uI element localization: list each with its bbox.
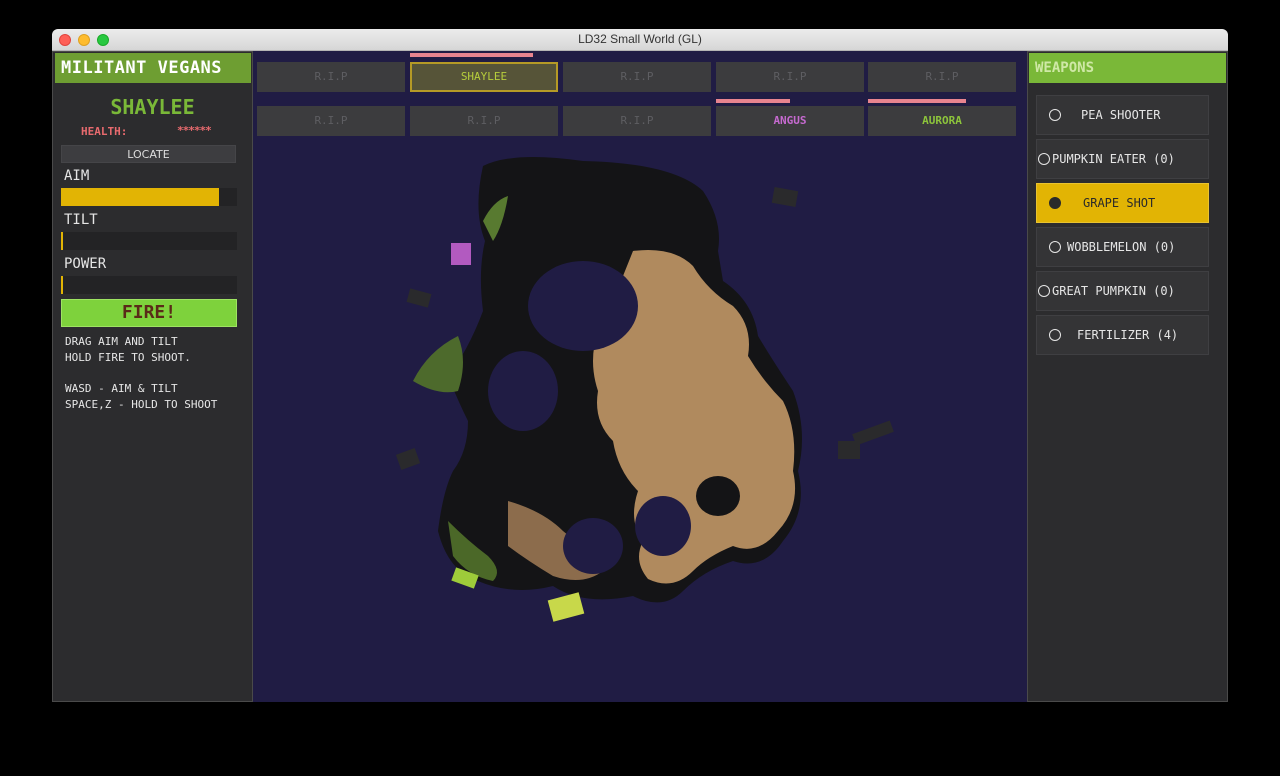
- weapon-option[interactable]: PEA SHOOTER: [1036, 95, 1209, 135]
- aim-label: AIM: [64, 168, 90, 184]
- planet-hole: [488, 351, 558, 431]
- weapon-option[interactable]: PUMPKIN EATER (0): [1036, 139, 1209, 179]
- unit-angus: [451, 243, 471, 265]
- weapon-option-selected[interactable]: GRAPE SHOT: [1036, 183, 1209, 223]
- window-title: LD32 Small World (GL): [578, 32, 702, 46]
- weapons-panel: WEAPONS PEA SHOOTER PUMPKIN EATER (0) GR…: [1027, 51, 1228, 702]
- weapon-option[interactable]: FERTILIZER (4): [1036, 315, 1209, 355]
- weapon-option[interactable]: WOBBLEMELON (0): [1036, 227, 1209, 267]
- aim-slider-fill: [61, 188, 219, 206]
- title-bar: LD32 Small World (GL): [52, 29, 1228, 51]
- weapon-label: GRAPE SHOT: [1083, 196, 1156, 210]
- team-name: MILITANT VEGANS: [55, 53, 251, 83]
- power-label: POWER: [64, 256, 107, 272]
- unit-aurora: [547, 592, 585, 622]
- help-line-3: WASD - AIM & TILT: [65, 382, 178, 395]
- game-window: LD32 Small World (GL) MILITANT VEGANS SH…: [52, 29, 1228, 702]
- health-label: HEALTH:: [81, 125, 128, 138]
- help-line-2: HOLD FIRE TO SHOOT.: [65, 351, 191, 364]
- aim-slider[interactable]: [61, 188, 237, 206]
- game-content: MILITANT VEGANS SHAYLEE HEALTH: ****** L…: [52, 51, 1228, 702]
- power-meter-fill: [61, 276, 63, 294]
- planet-green-terrain: [413, 336, 463, 393]
- player-name: SHAYLEE: [110, 95, 195, 119]
- radio-icon: [1049, 197, 1061, 209]
- weapons-header: WEAPONS: [1029, 53, 1226, 83]
- debris: [838, 441, 860, 459]
- debris: [395, 448, 421, 470]
- tilt-slider-fill: [61, 232, 63, 250]
- power-meter: [61, 276, 237, 294]
- radio-icon: [1049, 109, 1061, 121]
- game-viewport[interactable]: R.I.P SHAYLEE R.I.P R.I.P R.I.P R.I.P R.…: [253, 51, 1027, 702]
- weapon-option[interactable]: GREAT PUMPKIN (0): [1036, 271, 1209, 311]
- weapon-label: GREAT PUMPKIN (0): [1052, 284, 1175, 298]
- radio-icon: [1049, 329, 1061, 341]
- planet-hole: [696, 476, 740, 516]
- radio-icon: [1038, 285, 1050, 297]
- player-panel: MILITANT VEGANS SHAYLEE HEALTH: ****** L…: [52, 51, 253, 702]
- tilt-slider[interactable]: [61, 232, 237, 250]
- planet-hole: [563, 518, 623, 574]
- locate-button[interactable]: LOCATE: [61, 145, 236, 163]
- radio-icon: [1038, 153, 1050, 165]
- weapon-label: PUMPKIN EATER (0): [1052, 152, 1175, 166]
- tilt-label: TILT: [64, 212, 98, 228]
- health-value: ******: [177, 124, 212, 137]
- weapon-label: WOBBLEMELON (0): [1067, 240, 1176, 254]
- planet-hole: [528, 261, 638, 351]
- help-line-1: DRAG AIM AND TILT: [65, 335, 178, 348]
- weapon-label: FERTILIZER (4): [1077, 328, 1179, 342]
- debris: [406, 288, 432, 308]
- help-line-4: SPACE,Z - HOLD TO SHOOT: [65, 398, 218, 411]
- debris: [771, 187, 799, 207]
- planet-hole: [635, 496, 691, 556]
- weapon-label: PEA SHOOTER: [1081, 108, 1161, 122]
- planet-render: [395, 157, 894, 622]
- radio-icon: [1049, 241, 1061, 253]
- fire-button[interactable]: FIRE!: [61, 299, 237, 327]
